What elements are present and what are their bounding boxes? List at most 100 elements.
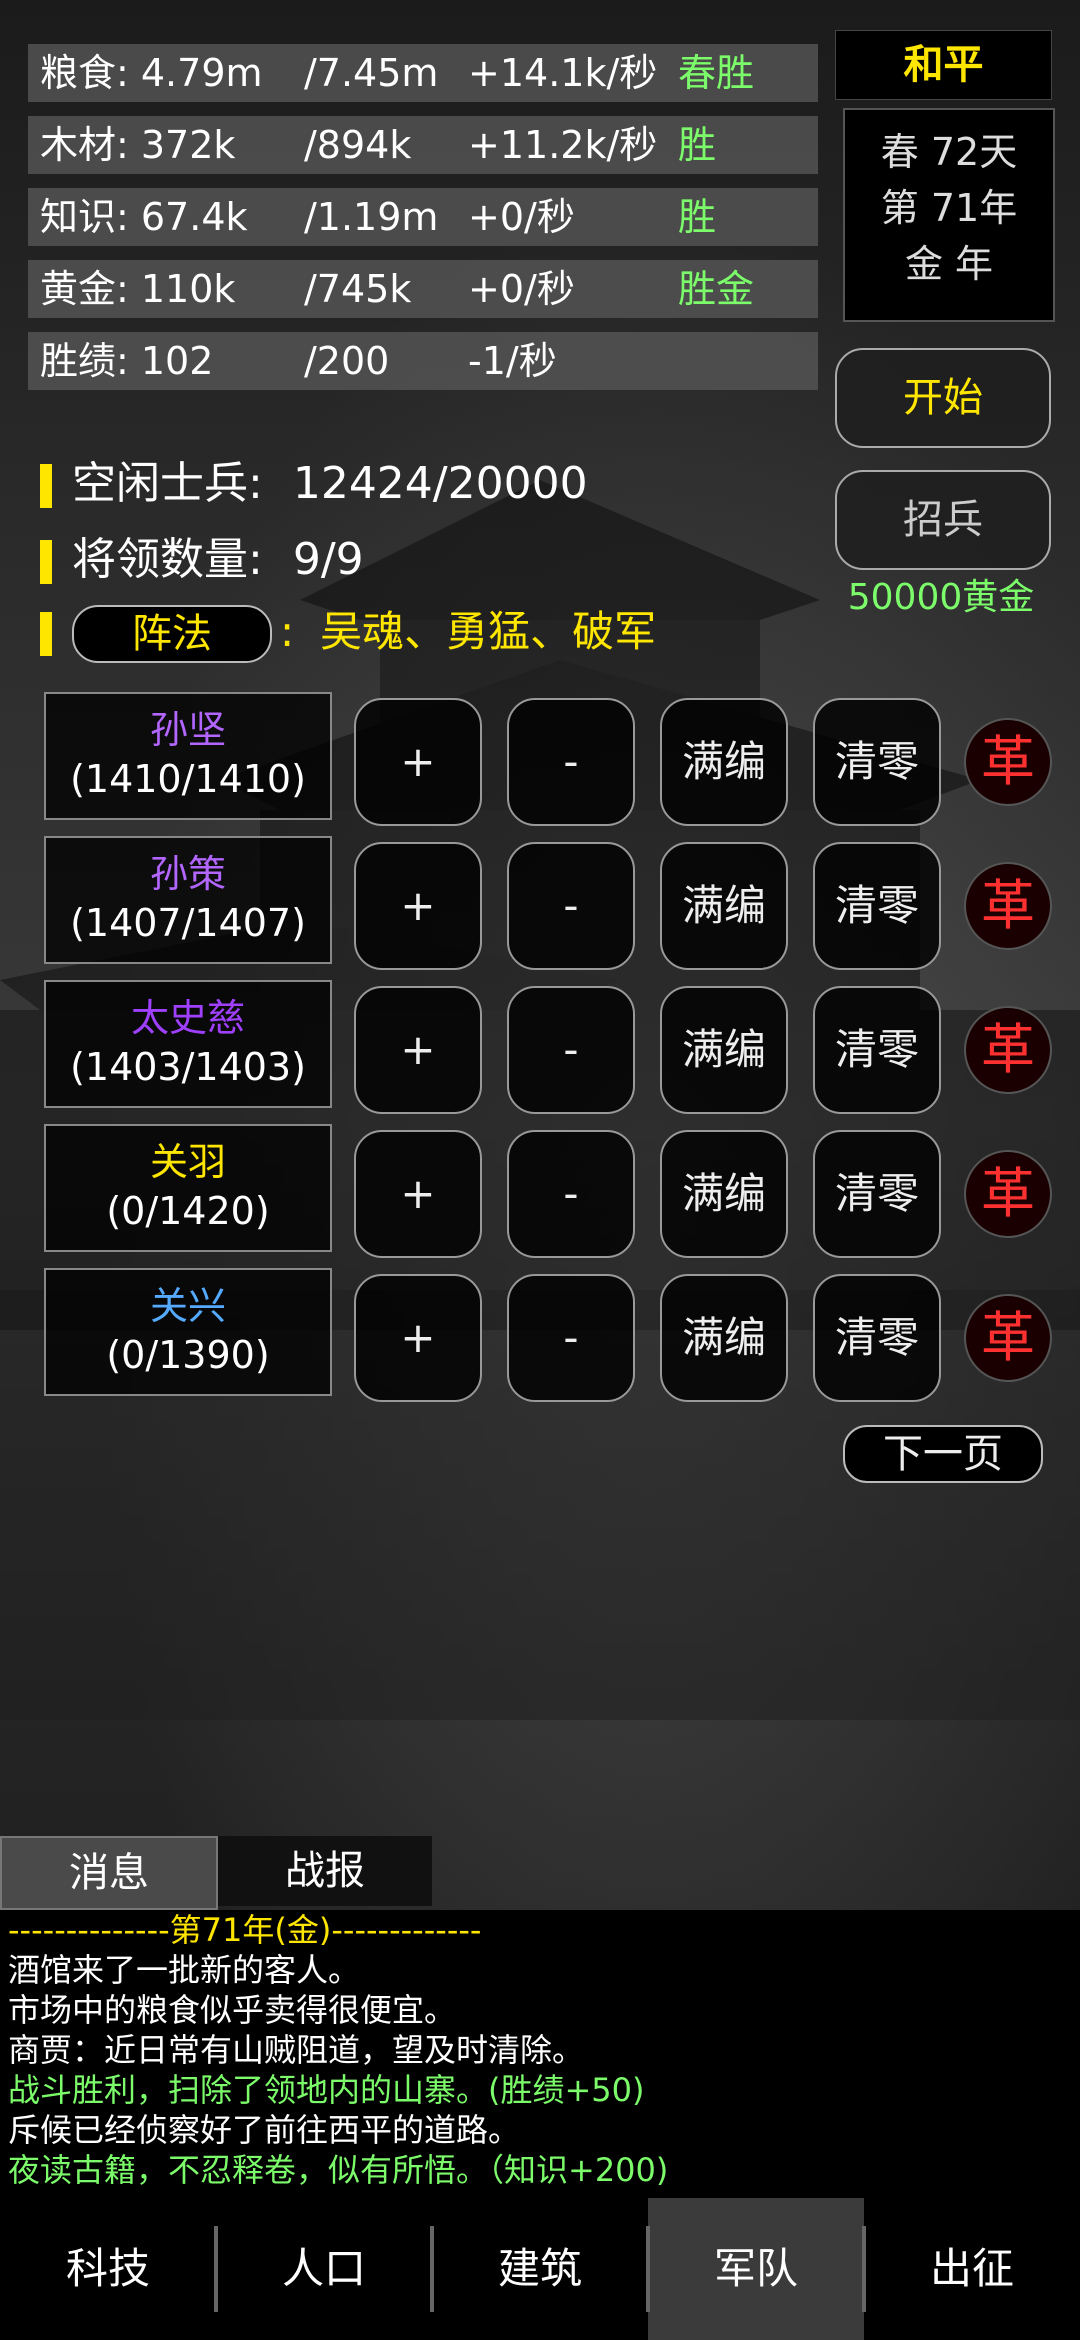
clear-button[interactable]: 清零 [813, 986, 941, 1114]
tab-reports[interactable]: 战报 [218, 1836, 432, 1906]
resource-rate: +11.2k/秒 [468, 123, 658, 167]
add-soldier-button[interactable]: + [354, 986, 482, 1114]
resource-max: /200 [304, 339, 390, 383]
remove-soldier-button[interactable]: - [507, 1274, 635, 1402]
fill-button[interactable]: 满编 [660, 698, 788, 826]
general-soldier-count: (1407/1407) [70, 901, 306, 945]
remove-soldier-button[interactable]: - [507, 698, 635, 826]
general-soldier-count: (0/1390) [106, 1333, 270, 1377]
remove-soldier-button[interactable]: - [507, 1130, 635, 1258]
nav-population[interactable]: 人口 [216, 2198, 432, 2340]
log-line: --------------第71年(金)------------- [8, 1911, 482, 1949]
formation-list: 吴魂、勇猛、破军 [320, 607, 657, 656]
nav-divider [430, 2226, 434, 2312]
general-card[interactable]: 关羽 (0/1420) [44, 1124, 332, 1252]
log-line: 市场中的粮食似乎卖得很便宜。 [8, 1991, 457, 2029]
next-page-button[interactable]: 下一页 [843, 1425, 1043, 1483]
revolt-button[interactable]: 革 [964, 1294, 1052, 1382]
resource-max: /7.45m [304, 51, 439, 95]
resource-tag: 胜 [678, 195, 717, 239]
start-button[interactable]: 开始 [835, 348, 1051, 448]
revolt-button[interactable]: 革 [964, 1150, 1052, 1238]
resource-name: 胜绩: 102 [40, 339, 214, 383]
add-soldier-button[interactable]: + [354, 698, 482, 826]
add-soldier-button[interactable]: + [354, 1274, 482, 1402]
revolt-button[interactable]: 革 [964, 718, 1052, 806]
general-card[interactable]: 太史慈 (1403/1403) [44, 980, 332, 1108]
remove-soldier-button[interactable]: - [507, 842, 635, 970]
idle-soldiers-value: 12424/20000 [292, 458, 588, 509]
resource-tag: 胜 [678, 123, 717, 167]
recruit-button[interactable]: 招兵 [835, 470, 1051, 570]
log-line: 商贾：近日常有山贼阻道，望及时清除。 [8, 2031, 585, 2069]
resource-name: 黄金: 110k [40, 267, 236, 311]
resource-max: /745k [304, 267, 412, 311]
clear-button[interactable]: 清零 [813, 842, 941, 970]
nav-buildings[interactable]: 建筑 [432, 2198, 648, 2340]
resource-rate: +0/秒 [468, 195, 575, 239]
date-panel: 春 72天 第 71年 金 年 [843, 108, 1055, 322]
resource-row: 木材: 372k/894k +11.2k/秒胜 [28, 116, 818, 174]
revolt-button[interactable]: 革 [964, 862, 1052, 950]
status-badge: 和平 [835, 30, 1052, 100]
nav-army[interactable]: 军队 [648, 2198, 864, 2340]
marker-icon [40, 612, 52, 656]
formation-button[interactable]: 阵法 [72, 605, 272, 663]
fill-button[interactable]: 满编 [660, 986, 788, 1114]
tab-messages[interactable]: 消息 [0, 1836, 218, 1910]
general-card[interactable]: 关兴 (0/1390) [44, 1268, 332, 1396]
idle-soldiers-label: 空闲士兵: [72, 458, 263, 509]
marker-icon [40, 540, 52, 584]
resource-row: 胜绩: 102/200 -1/秒 [28, 332, 818, 390]
formation-colon: : [280, 607, 295, 656]
message-log: --------------第71年(金)------------- 酒馆来了一批… [0, 1910, 1080, 2198]
generals-count-value: 9/9 [292, 534, 364, 585]
general-soldier-count: (1403/1403) [70, 1045, 306, 1089]
formation-row: 阵法: 吴魂、勇猛、破军 [40, 600, 656, 664]
resource-tag: 胜金 [678, 267, 755, 311]
resource-rate: -1/秒 [468, 339, 557, 383]
resource-tag: 春胜 [678, 51, 755, 95]
nav-divider [646, 2226, 650, 2312]
clear-button[interactable]: 清零 [813, 1130, 941, 1258]
general-name: 太史慈 [130, 996, 245, 1040]
clear-button[interactable]: 清零 [813, 698, 941, 826]
general-name: 关兴 [149, 1284, 226, 1328]
date-season-day: 春 72天 [880, 130, 1018, 174]
log-line: 战斗胜利，扫除了领地内的山寨。(胜绩+50) [8, 2071, 645, 2109]
bottom-nav: 科技 人口 建筑 军队 出征 [0, 2198, 1080, 2340]
general-name: 关羽 [149, 1140, 226, 1184]
log-line: 斥候已经侦察好了前往西平的道路。 [8, 2111, 521, 2149]
resource-row: 知识: 67.4k/1.19m +0/秒 胜 [28, 188, 818, 246]
resource-max: /894k [304, 123, 412, 167]
log-line: 酒馆来了一批新的客人。 [8, 1951, 361, 1989]
add-soldier-button[interactable]: + [354, 842, 482, 970]
nav-expedition[interactable]: 出征 [864, 2198, 1080, 2340]
resource-name: 知识: 67.4k [40, 195, 248, 239]
general-soldier-count: (1410/1410) [70, 757, 306, 801]
general-card[interactable]: 孙坚 (1410/1410) [44, 692, 332, 820]
log-line: 夜读古籍，不忍释卷，似有所悟。（知识+200) [8, 2151, 669, 2189]
general-name: 孙坚 [149, 708, 226, 752]
clear-button[interactable]: 清零 [813, 1274, 941, 1402]
resource-rate: +14.1k/秒 [468, 51, 658, 95]
add-soldier-button[interactable]: + [354, 1130, 482, 1258]
date-element-year: 金 年 [904, 242, 994, 286]
fill-button[interactable]: 满编 [660, 1274, 788, 1402]
nav-tech[interactable]: 科技 [0, 2198, 216, 2340]
general-name: 孙策 [149, 852, 226, 896]
date-year: 第 71年 [880, 186, 1018, 230]
general-soldier-count: (0/1420) [106, 1189, 270, 1233]
idle-soldiers-row: 空闲士兵: 12424/20000 [40, 452, 588, 516]
resource-name: 木材: 372k [40, 123, 236, 167]
resource-row: 粮食: 4.79m/7.45m +14.1k/秒 春胜 [28, 44, 818, 102]
generals-count-label: 将领数量: [72, 534, 263, 585]
fill-button[interactable]: 满编 [660, 1130, 788, 1258]
marker-icon [40, 464, 52, 508]
nav-divider [214, 2226, 218, 2312]
general-card[interactable]: 孙策 (1407/1407) [44, 836, 332, 964]
fill-button[interactable]: 满编 [660, 842, 788, 970]
revolt-button[interactable]: 革 [964, 1006, 1052, 1094]
remove-soldier-button[interactable]: - [507, 986, 635, 1114]
resource-rate: +0/秒 [468, 267, 575, 311]
